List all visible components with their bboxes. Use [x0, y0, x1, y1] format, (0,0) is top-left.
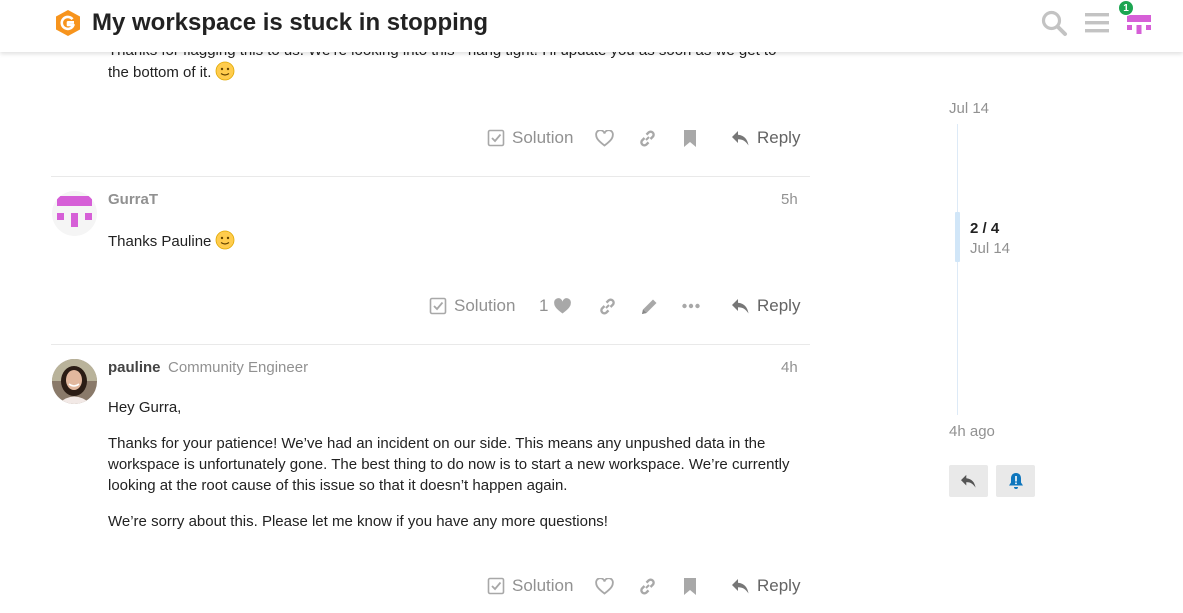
post-date[interactable]: 5h: [781, 191, 798, 208]
solution-label: Solution: [454, 296, 516, 315]
reply-arrow-icon: [732, 298, 749, 313]
timeline-handle[interactable]: [955, 212, 960, 262]
bookmark-button[interactable]: [683, 129, 697, 148]
solution-label: Solution: [512, 128, 574, 147]
like-button[interactable]: 1: [539, 296, 572, 316]
user-title: Community Engineer: [168, 359, 309, 376]
hamburger-menu-icon[interactable]: [1083, 9, 1111, 37]
share-link-button[interactable]: [638, 577, 657, 596]
checkbox-icon: [429, 297, 447, 315]
pencil-icon: [642, 299, 657, 314]
reply-arrow-icon: [732, 578, 749, 593]
share-link-button[interactable]: [638, 129, 657, 148]
timeline-position: 2 / 4: [970, 220, 1000, 237]
reply-button[interactable]: Reply: [731, 128, 800, 148]
link-icon: [600, 298, 615, 315]
share-link-button[interactable]: [598, 297, 617, 316]
reply-button[interactable]: Reply: [731, 296, 800, 316]
heart-outline-icon: [595, 578, 614, 595]
topic-title[interactable]: My workspace is stuck in stopping: [92, 9, 488, 37]
search-icon[interactable]: [1040, 9, 1068, 37]
link-icon: [640, 578, 655, 595]
bookmark-icon: [684, 578, 696, 595]
timeline-scrollbar[interactable]: [957, 124, 958, 415]
heart-icon: [554, 297, 572, 313]
post-text: Thanks Pauline: [108, 233, 212, 250]
notification-badge[interactable]: 1: [1118, 0, 1134, 16]
post-divider: [51, 344, 810, 345]
timeline-start-date[interactable]: Jul 14: [949, 100, 989, 117]
edit-button[interactable]: [640, 297, 659, 316]
post-paragraph: We’re sorry about this. Please let me kn…: [108, 513, 608, 530]
checkbox-icon: [487, 129, 505, 147]
bookmark-icon: [684, 130, 696, 147]
slight-smile-emoji-icon: [215, 61, 235, 81]
avatar[interactable]: [52, 359, 97, 404]
reply-label: Reply: [757, 576, 801, 595]
reply-label: Reply: [757, 128, 801, 147]
post-paragraph: Hey Gurra,: [108, 399, 182, 416]
ellipsis-icon: [682, 303, 700, 309]
timeline-position-date: Jul 14: [970, 240, 1011, 257]
post-date[interactable]: 4h: [781, 359, 798, 376]
checkbox-icon: [487, 577, 505, 595]
like-button[interactable]: [595, 130, 614, 147]
solution-button[interactable]: Solution: [487, 128, 573, 148]
reply-button[interactable]: Reply: [731, 576, 800, 596]
reply-arrow-icon: [732, 130, 749, 145]
post-username[interactable]: pauline: [108, 359, 161, 376]
site-header: My workspace is stuck in stopping 1: [0, 0, 1183, 52]
solution-button[interactable]: Solution: [487, 576, 573, 596]
timeline-end-date[interactable]: 4h ago: [949, 423, 995, 440]
post-paragraph: Thanks for your patience! We’ve had an i…: [108, 435, 790, 494]
solution-label: Solution: [512, 576, 574, 595]
slight-smile-emoji-icon: [216, 230, 235, 250]
post-username[interactable]: GurraT: [108, 191, 158, 208]
bookmark-button[interactable]: [683, 577, 697, 596]
heart-outline-icon: [595, 130, 614, 147]
solution-button[interactable]: Solution: [429, 296, 515, 316]
post-body: Thanks Pauline: [108, 230, 235, 252]
notification-level-button[interactable]: [996, 465, 1035, 497]
post-divider: [51, 176, 810, 177]
reply-topic-button[interactable]: [949, 465, 988, 497]
site-logo-icon[interactable]: [55, 9, 81, 37]
more-options-button[interactable]: [682, 297, 700, 315]
reply-arrow-icon: [961, 474, 976, 488]
reply-label: Reply: [757, 296, 801, 315]
avatar[interactable]: [52, 191, 97, 236]
link-icon: [640, 130, 655, 147]
like-button[interactable]: [595, 578, 614, 595]
bell-alert-icon: [1008, 473, 1023, 489]
like-count[interactable]: 1: [539, 296, 548, 316]
